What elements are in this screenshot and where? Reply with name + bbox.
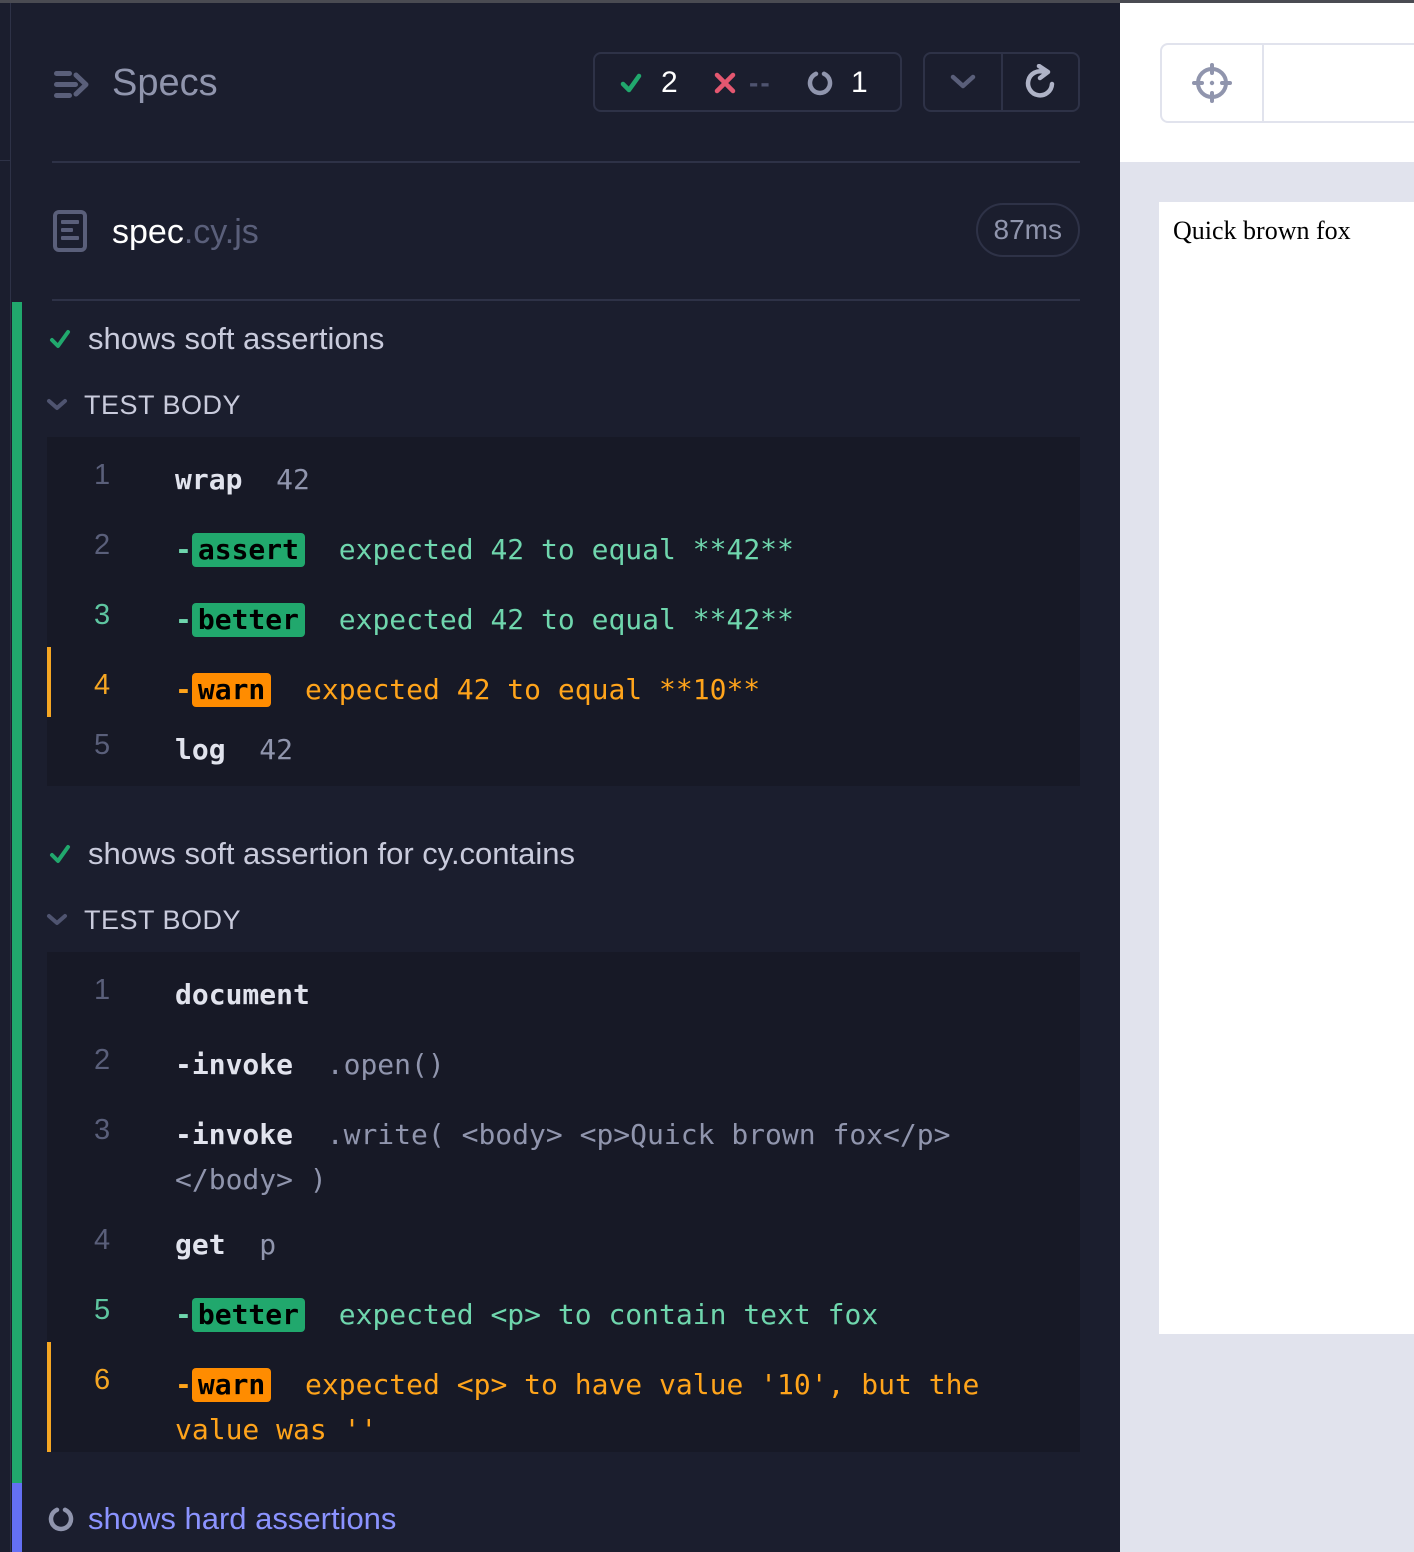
command-row-warn[interactable]: 4 - warn expected 42 to equal **10** [47, 647, 1080, 717]
spec-file-name[interactable]: spec.cy.js [112, 213, 259, 252]
app-under-test-panel: Quick brown fox [1120, 0, 1414, 1552]
failed-count: -- [749, 67, 772, 98]
command-row-warn[interactable]: 6 - warn expected <p> to have value '10',… [47, 1342, 1080, 1452]
test-title-2[interactable]: shows soft assertion for cy.contains [48, 834, 575, 874]
aut-paragraph: Quick brown fox [1173, 216, 1351, 245]
crosshair-icon [1192, 63, 1232, 103]
command-row-better[interactable]: 3 - better expected 42 to equal **42** [47, 587, 1080, 653]
chevron-down-icon [47, 914, 67, 925]
assert-badge: assert [191, 533, 306, 567]
selector-playground-button[interactable] [1162, 45, 1264, 121]
collapse-all-button[interactable] [925, 54, 1001, 110]
chevron-down-icon [950, 74, 975, 89]
warn-badge: warn [191, 673, 272, 707]
spec-file-row: spec.cy.js 87ms [52, 203, 1080, 257]
specs-list-icon[interactable] [52, 68, 90, 102]
running-status-bar [12, 1483, 22, 1552]
command-row[interactable]: 5 log 42 [47, 727, 1080, 783]
side-nav-strip [0, 0, 11, 1552]
spec-divider [52, 299, 1080, 301]
x-icon [714, 72, 736, 94]
warn-badge: warn [191, 1368, 272, 1402]
test-body-toggle-2[interactable]: TEST BODY [46, 902, 241, 938]
command-row[interactable]: 4 get p [47, 1212, 1080, 1278]
stat-failed: -- [713, 66, 772, 100]
document-icon [53, 210, 87, 252]
better-badge: better [191, 603, 306, 637]
command-row-better[interactable]: 5 - better expected <p> to contain text f… [47, 1282, 1080, 1348]
command-row[interactable]: 2 -invoke .open() [47, 1032, 1080, 1098]
better-badge: better [191, 1298, 306, 1332]
stat-passed: 2 [619, 66, 678, 100]
test-stats: 2 -- 1 [593, 52, 902, 112]
command-log-2: 1 document 2 -invoke .open() 3 -invoke .… [47, 952, 1080, 1452]
reporter-panel: Specs 2 -- 1 spec.cy.js 87ms shows soft … [12, 0, 1120, 1552]
passed-check-icon [50, 845, 70, 863]
command-row[interactable]: 1 document [47, 962, 1080, 1028]
test-body-toggle-1[interactable]: TEST BODY [46, 387, 241, 423]
command-row[interactable]: 3 -invoke .write( <body> <p>Quick brown … [47, 1102, 1080, 1212]
pending-count: 1 [851, 66, 868, 99]
command-row-assert[interactable]: 2 - assert expected 42 to equal **42** [47, 517, 1080, 583]
stat-pending: 1 [807, 66, 868, 100]
test-title-1[interactable]: shows soft assertions [48, 319, 384, 359]
window-top-border [0, 0, 1414, 3]
aut-header [1120, 3, 1414, 162]
reporter-controls [923, 52, 1080, 112]
passed-count: 2 [661, 66, 678, 99]
running-spinner-icon [48, 1507, 74, 1532]
passed-status-bar [12, 302, 22, 1483]
running-spinner-icon [807, 71, 833, 96]
chevron-down-icon [47, 399, 67, 410]
test-title-3[interactable]: shows hard assertions [48, 1499, 396, 1539]
aut-iframe: Quick brown fox [1159, 202, 1414, 1334]
specs-title[interactable]: Specs [112, 62, 218, 105]
restart-icon [1026, 64, 1055, 98]
command-row[interactable]: 1 wrap 42 [47, 447, 1080, 513]
selector-playground-bar [1160, 43, 1414, 123]
check-icon [620, 73, 642, 93]
header-divider [52, 161, 1080, 163]
command-log-1: 1 wrap 42 2 - assert expected 42 to equal… [47, 437, 1080, 786]
spec-duration-badge: 87ms [975, 203, 1080, 257]
passed-check-icon [50, 330, 70, 348]
reporter-header: Specs 2 -- 1 [52, 52, 1080, 112]
rerun-button[interactable] [1000, 54, 1079, 110]
